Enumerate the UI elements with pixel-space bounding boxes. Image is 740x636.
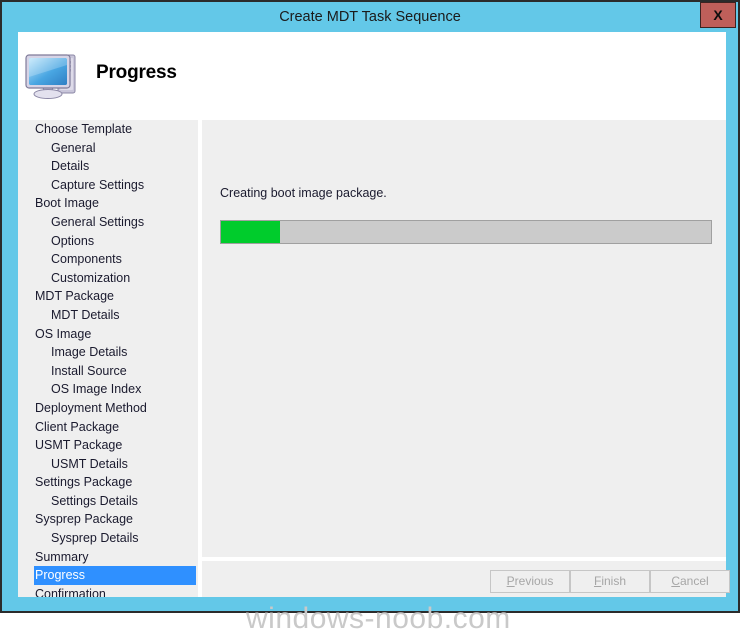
- dialog-body: Progress Choose Template General Details Ca…: [18, 32, 730, 635]
- sidebar-item-label: Customization: [51, 270, 131, 285]
- sidebar-item-label: Capture Settings: [51, 177, 145, 192]
- sidebar-item-label: Details: [51, 159, 90, 174]
- sidebar-item-label: MDT Details: [51, 307, 120, 322]
- sidebar-item-label: General Settings: [51, 214, 145, 229]
- finish-button[interactable]: Finish: [570, 570, 650, 593]
- sidebar-item-label: Client Package: [35, 419, 120, 434]
- sidebar-item-label: Install Source: [51, 363, 127, 378]
- sidebar-item-client-package[interactable]: Client Package: [18, 418, 198, 437]
- cancel-button[interactable]: Cancel: [650, 570, 730, 593]
- computer-icon: [22, 46, 86, 106]
- sidebar-item-os-image[interactable]: OS Image: [18, 325, 198, 344]
- sidebar-item-os-image-index[interactable]: OS Image Index: [18, 380, 198, 399]
- wizard-step-list[interactable]: Choose Template General Details Capture Set…: [18, 120, 198, 597]
- access-key: P: [506, 574, 515, 588]
- sidebar-item-label: Boot Image: [35, 196, 99, 211]
- page-title: Progress: [96, 62, 177, 83]
- sidebar-item-details[interactable]: Details: [18, 157, 198, 176]
- sidebar-item-label: USMT Package: [35, 438, 123, 453]
- sidebar-item-usmt-package[interactable]: USMT Package: [18, 436, 198, 455]
- sidebar-item-label: OS Image Index: [51, 382, 142, 397]
- sidebar-item-label: MDT Package: [35, 289, 114, 304]
- sidebar-item-label: Options: [51, 233, 95, 248]
- progress-bar-fill: [221, 221, 280, 243]
- window-title: Create MDT Task Sequence: [279, 9, 461, 25]
- sidebar-item-label: Components: [51, 252, 122, 267]
- sidebar-item-label: Summary: [35, 549, 89, 564]
- access-key: C: [671, 574, 680, 588]
- sidebar-item-usmt-details[interactable]: USMT Details: [18, 455, 198, 474]
- sidebar-item-label: Progress: [35, 568, 86, 583]
- sidebar-item-progress[interactable]: Progress: [34, 566, 196, 585]
- sidebar-item-label: Choose Template: [35, 122, 133, 136]
- sidebar-item-settings-details[interactable]: Settings Details: [18, 492, 198, 511]
- sidebar-item-label: Confirmation: [35, 586, 106, 597]
- sidebar-item-label: Sysprep Package: [35, 512, 133, 527]
- watermark: windows-noob.com: [246, 602, 511, 635]
- sidebar-item-label: General: [51, 140, 96, 155]
- dialog-footer: Previous Finish Cancel: [202, 561, 730, 597]
- sidebar-item-capture-settings[interactable]: Capture Settings: [18, 176, 198, 195]
- sidebar-item-summary[interactable]: Summary: [18, 548, 198, 567]
- dialog-header: Progress: [18, 32, 726, 120]
- sidebar-item-general[interactable]: General: [18, 139, 198, 158]
- title-bar[interactable]: Create MDT Task Sequence X: [2, 2, 738, 32]
- status-text: Creating boot image package.: [220, 186, 387, 200]
- sidebar-item-label: Deployment Method: [35, 400, 147, 415]
- sidebar-item-mdt-package[interactable]: MDT Package: [18, 287, 198, 306]
- sidebar-item-options[interactable]: Options: [18, 232, 198, 251]
- sidebar-item-label: Settings Details: [51, 493, 138, 508]
- sidebar-item-deployment-method[interactable]: Deployment Method: [18, 399, 198, 418]
- access-key: F: [593, 574, 602, 588]
- sidebar-item-label: OS Image: [35, 326, 92, 341]
- progress-bar: [220, 220, 712, 244]
- close-icon[interactable]: X: [700, 2, 736, 28]
- sidebar-item-install-source[interactable]: Install Source: [18, 362, 198, 381]
- sidebar-item-label: USMT Details: [51, 456, 128, 471]
- sidebar-item-label: Sysprep Details: [51, 531, 139, 546]
- sidebar-item-choose-template[interactable]: Choose Template: [18, 120, 198, 139]
- sidebar-item-mdt-details[interactable]: MDT Details: [18, 306, 198, 325]
- content-pane: Creating boot image package.: [202, 120, 726, 557]
- sidebar-item-sysprep-package[interactable]: Sysprep Package: [18, 510, 198, 529]
- previous-button[interactable]: Previous: [490, 570, 570, 593]
- sidebar-item-sysprep-details[interactable]: Sysprep Details: [18, 529, 198, 548]
- sidebar-item-general-settings[interactable]: General Settings: [18, 213, 198, 232]
- sidebar-item-components[interactable]: Components: [18, 250, 198, 269]
- dialog-window: Create MDT Task Sequence X Progress Choo…: [0, 0, 740, 635]
- sidebar-item-confirmation[interactable]: Confirmation: [18, 585, 198, 597]
- sidebar-item-label: Settings Package: [35, 475, 133, 490]
- sidebar-item-image-details[interactable]: Image Details: [18, 343, 198, 362]
- sidebar-item-boot-image[interactable]: Boot Image: [18, 194, 198, 213]
- sidebar-item-label: Image Details: [51, 345, 128, 360]
- sidebar-item-customization[interactable]: Customization: [18, 269, 198, 288]
- sidebar-item-settings-package[interactable]: Settings Package: [18, 473, 198, 492]
